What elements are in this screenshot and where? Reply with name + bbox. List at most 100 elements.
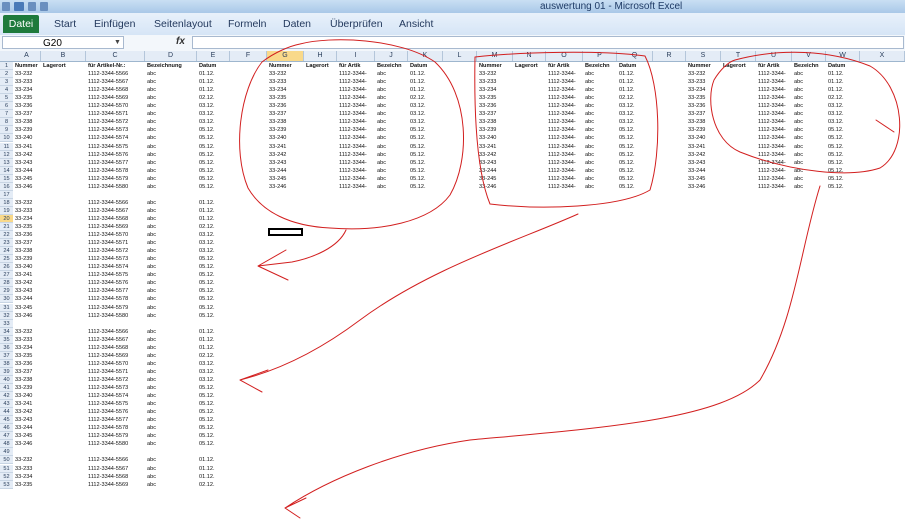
cell[interactable]: 33-245 [15, 432, 32, 440]
cell[interactable]: abc [147, 400, 156, 408]
cell[interactable]: Nummer [15, 62, 38, 70]
cell[interactable]: 05.12. [619, 134, 635, 142]
cell[interactable]: 33-243 [479, 159, 496, 167]
column-header[interactable]: H [304, 51, 337, 61]
row-header[interactable]: 37 [0, 351, 13, 360]
cell[interactable]: 33-238 [15, 118, 32, 126]
cell[interactable]: 05.12. [410, 175, 426, 183]
cell[interactable]: 33-245 [479, 175, 496, 183]
cell[interactable]: abc [585, 183, 594, 191]
cell[interactable]: 03.12. [199, 239, 215, 247]
cell[interactable]: 1112-3344- [758, 78, 786, 86]
cell[interactable]: abc [377, 86, 386, 94]
cell[interactable]: 05.12. [828, 151, 844, 159]
cell[interactable]: 33-239 [688, 126, 705, 134]
cell[interactable]: Datum [828, 62, 845, 70]
row-header[interactable]: 2 [0, 70, 13, 79]
cell[interactable]: 05.12. [199, 167, 215, 175]
cell[interactable]: 33-234 [15, 344, 32, 352]
cell[interactable]: 33-243 [269, 159, 286, 167]
column-header[interactable]: T [721, 51, 756, 61]
cell[interactable]: 33-233 [15, 336, 32, 344]
row-header[interactable]: 42 [0, 392, 13, 401]
cell[interactable]: 1112-3344-5577 [88, 416, 128, 424]
cell[interactable]: 33-244 [688, 167, 705, 175]
cell[interactable]: abc [147, 440, 156, 448]
cell[interactable]: abc [147, 295, 156, 303]
cell[interactable]: Nummer [479, 62, 502, 70]
row-header[interactable]: 38 [0, 359, 13, 368]
cell[interactable]: abc [147, 126, 156, 134]
column-header[interactable]: M [477, 51, 513, 61]
row-header[interactable]: 36 [0, 343, 13, 352]
tab-datei[interactable]: Datei [3, 15, 39, 33]
cell[interactable]: abc [147, 424, 156, 432]
cell[interactable]: abc [377, 118, 386, 126]
column-header[interactable]: J [375, 51, 408, 61]
cell[interactable]: 33-246 [15, 440, 32, 448]
cell[interactable]: 1112-3344-5574 [88, 263, 128, 271]
cell[interactable]: 1112-3344- [548, 151, 576, 159]
cell[interactable]: 1112-3344- [758, 175, 786, 183]
row-header[interactable]: 20 [0, 214, 13, 223]
cell[interactable]: abc [147, 151, 156, 159]
cell[interactable]: 1112-3344-5577 [88, 287, 128, 295]
cell[interactable]: abc [377, 134, 386, 142]
cell[interactable]: abc [147, 86, 156, 94]
cell[interactable]: Datum [199, 62, 216, 70]
cell[interactable]: 33-235 [15, 94, 32, 102]
cell[interactable]: 33-245 [269, 175, 286, 183]
cell[interactable]: 1112-3344-5569 [88, 94, 128, 102]
cell[interactable]: 33-241 [269, 143, 286, 151]
cell[interactable]: 1112-3344- [548, 175, 576, 183]
cell[interactable]: 05.12. [199, 183, 215, 191]
cell[interactable]: abc [147, 336, 156, 344]
cell[interactable]: 05.12. [410, 167, 426, 175]
cell[interactable]: 03.12. [199, 360, 215, 368]
cell[interactable]: 1112-3344-5579 [88, 304, 128, 312]
cell[interactable]: 03.12. [619, 110, 635, 118]
cell[interactable]: 33-233 [269, 78, 286, 86]
cell[interactable]: 33-244 [15, 295, 32, 303]
cell[interactable]: 1112-3344- [339, 175, 367, 183]
cell[interactable]: 1112-3344- [548, 126, 576, 134]
cell[interactable]: abc [377, 143, 386, 151]
cell[interactable]: 33-232 [688, 70, 705, 78]
cell[interactable]: Lagerort [306, 62, 329, 70]
cell[interactable]: 1112-3344-5576 [88, 151, 128, 159]
cell[interactable]: abc [147, 167, 156, 175]
cell[interactable]: 33-245 [688, 175, 705, 183]
cell[interactable]: 33-244 [15, 424, 32, 432]
tab-seitenlayout[interactable]: Seitenlayout [154, 15, 212, 33]
cell[interactable]: 33-242 [269, 151, 286, 159]
tab-ansicht[interactable]: Ansicht [399, 15, 433, 33]
cell[interactable]: 03.12. [619, 118, 635, 126]
cell[interactable]: 33-237 [15, 110, 32, 118]
column-header[interactable]: X [860, 51, 905, 61]
tab-daten[interactable]: Daten [283, 15, 311, 33]
cell[interactable]: 33-234 [15, 215, 32, 223]
function-icon[interactable]: fx [176, 36, 185, 47]
cell[interactable]: abc [147, 255, 156, 263]
column-header[interactable]: A [13, 51, 41, 61]
cell[interactable]: 1112-3344- [758, 183, 786, 191]
cell[interactable]: 1112-3344-5567 [88, 465, 128, 473]
cell[interactable]: 1112-3344- [758, 118, 786, 126]
cell[interactable]: abc [794, 151, 803, 159]
cell[interactable]: abc [147, 159, 156, 167]
row-header[interactable]: 18 [0, 198, 13, 207]
cell[interactable]: abc [585, 143, 594, 151]
cell[interactable]: abc [794, 126, 803, 134]
cell[interactable]: abc [147, 376, 156, 384]
cell[interactable]: 1112-3344-5566 [88, 456, 128, 464]
cell[interactable]: 02.12. [199, 223, 215, 231]
row-header[interactable]: 11 [0, 142, 13, 151]
cell[interactable]: 05.12. [199, 304, 215, 312]
cell[interactable]: 05.12. [619, 126, 635, 134]
cell[interactable]: 01.12. [410, 86, 426, 94]
cell[interactable]: abc [147, 263, 156, 271]
cell[interactable]: 33-240 [15, 263, 32, 271]
cell[interactable]: 1112-3344- [339, 94, 367, 102]
cell[interactable]: 33-232 [15, 199, 32, 207]
row-header[interactable]: 17 [0, 190, 13, 199]
